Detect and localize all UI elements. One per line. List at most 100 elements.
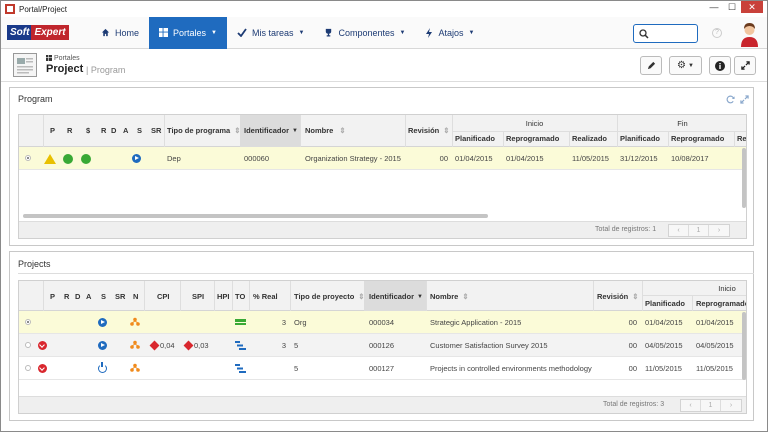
page-number[interactable]: 1 [701,400,721,411]
expand-icon[interactable] [740,95,749,104]
prev-page-button[interactable]: ‹ [681,400,701,411]
col-a[interactable]: A [123,122,128,139]
info-button[interactable] [709,56,731,75]
next-page-button[interactable]: › [709,225,729,236]
cell-nombre: Strategic Application - 2015 [430,318,522,327]
cell-nombre: Organization Strategy - 2015 [305,154,401,163]
col-r[interactable]: R [64,288,69,305]
spi-alert-icon [183,340,194,351]
page-header: Portales Project | Program ⚙ ▼ [1,50,767,82]
col-real[interactable]: % Real [253,288,278,305]
delay-x-icon [38,364,47,373]
nav-componentes[interactable]: Componentes ▼ [314,17,415,49]
minimize-button[interactable]: — [705,1,723,13]
row-radio[interactable] [25,365,31,371]
horizontal-scrollbar[interactable] [23,214,488,218]
vertical-scrollbar[interactable] [742,148,746,208]
col-identificador[interactable]: Identificador ▼ [369,288,423,305]
table-row[interactable]: 5 000127 Projects in controlled environmen… [19,357,746,380]
col-fin-realizado[interactable]: Re [737,130,746,147]
col-planificado[interactable]: Planificado [455,130,495,147]
col-sr[interactable]: SR [151,122,161,139]
projects-panel: Projects P R D A S SR N CPI SPI HPI TO %… [9,251,754,421]
softexpert-logo[interactable]: Soft Expert [7,24,83,42]
next-page-button[interactable]: › [721,400,741,411]
pagination: ‹ 1 › [668,224,730,237]
col-fin-reprogramado[interactable]: Reprogramado [671,130,724,147]
maximize-button[interactable]: ☐ [723,1,741,13]
col-nombre[interactable]: Nombre ⇕ [305,122,346,139]
page-number[interactable]: 1 [689,225,709,236]
row-radio[interactable] [25,342,31,348]
col-r[interactable]: R [67,122,72,139]
cell-tipo: 5 [294,364,299,373]
cell-cpi: 0,04 [160,341,175,350]
col-d[interactable]: D [111,122,116,139]
col-tipo-programa[interactable]: Tipo de programa ⇕ [167,122,241,139]
team-icon [130,340,140,349]
cell-fin-planificado: 31/12/2015 [620,154,658,163]
search-input[interactable] [633,24,698,43]
nav-atajos[interactable]: Atajos ▼ [415,17,484,49]
col-revision[interactable]: Revisión ⇕ [597,288,639,305]
nav-portales[interactable]: Portales ▼ [149,16,227,49]
expand-button[interactable] [734,56,756,75]
chevron-down-icon: ▼ [399,29,406,36]
table-row[interactable]: 3 Org 000034 Strategic Application - 2015 00… [19,311,746,334]
row-radio[interactable] [25,155,31,161]
prev-page-button[interactable]: ‹ [669,225,689,236]
to-bar-icon [235,341,246,350]
record-count: Total de registros: 3 [603,401,665,408]
program-panel-title: Program [18,94,53,104]
vertical-scrollbar[interactable] [742,312,746,380]
cost-green-icon [81,154,91,164]
col-spi[interactable]: SPI [192,288,204,305]
col-s[interactable]: S [137,122,142,139]
cell-reprogramado: 04/05/2015 [696,341,734,350]
portal-grid-icon [46,55,52,61]
help-icon[interactable]: ? [712,28,722,38]
col-tipo-proyecto[interactable]: Tipo de proyecto ⇕ [294,288,365,305]
col-r2[interactable]: R [101,122,106,139]
col-realizado[interactable]: Realizado [572,130,607,147]
cell-identificador: 000127 [369,364,395,373]
refresh-icon[interactable] [726,95,735,104]
col-identificador[interactable]: Identificador ▼ [244,122,298,139]
edit-button[interactable] [640,56,662,75]
row-radio[interactable] [25,319,31,325]
settings-dropdown-button[interactable]: ⚙ ▼ [669,56,702,75]
cell-nombre: Projects in controlled environments meth… [430,364,592,373]
col-n[interactable]: N [133,288,138,305]
cell-real [253,357,286,380]
col-revision[interactable]: Revisión ⇕ [408,122,450,139]
portal-grid-icon [159,28,169,37]
cell-fin-reprogramado: 10/08/2017 [671,154,709,163]
col-reprogramado[interactable]: Reprogramado [696,295,746,312]
col-to[interactable]: TO [235,288,245,305]
col-fin-planificado[interactable]: Planificado [620,130,660,147]
document-icon [13,53,37,77]
col-a[interactable]: A [86,288,91,305]
col-d[interactable]: D [75,288,80,305]
table-row[interactable]: Dep 000060 Organization Strategy - 2015 … [19,147,746,170]
power-status-icon [98,362,107,373]
cell-realizado: 11/05/2015 [572,154,609,163]
nav-home[interactable]: Home [91,17,149,49]
col-cpi[interactable]: CPI [157,288,170,305]
col-dollar[interactable]: $ [86,122,90,139]
col-s[interactable]: S [101,288,106,305]
col-p[interactable]: P [50,122,55,139]
table-row[interactable]: 0,04 0,03 3 5 000126 Customer Satisfaction Su… [19,334,746,357]
record-count: Total de registros: 1 [595,226,657,233]
user-avatar[interactable] [739,21,760,47]
program-grid-header: P R $ R D A S SR Tipo de programa ⇕ Ident… [19,115,746,147]
col-p[interactable]: P [50,288,55,305]
nav-mis-tareas[interactable]: Mis tareas ▼ [227,17,314,49]
col-hpi[interactable]: HPI [217,288,230,305]
col-sr[interactable]: SR [115,288,125,305]
col-planificado[interactable]: Planificado [645,295,685,312]
col-nombre[interactable]: Nombre ⇕ [430,288,469,305]
close-button[interactable]: ✕ [741,1,763,13]
col-reprogramado[interactable]: Reprogramado [506,130,559,147]
breadcrumb[interactable]: Portales [46,55,80,62]
